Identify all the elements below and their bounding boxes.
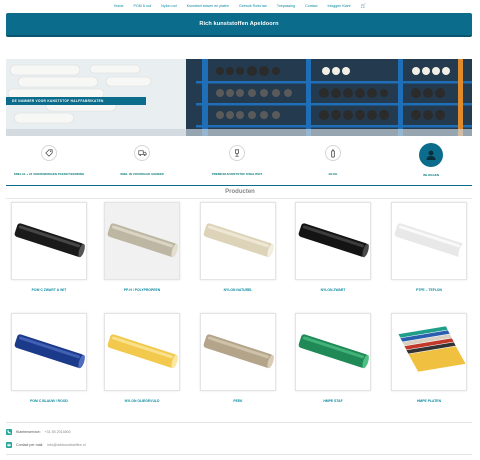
- product-card[interactable]: PP-H / POLYPROPEEN: [94, 202, 190, 292]
- product-card[interactable]: HMPE STAF: [285, 313, 381, 403]
- footer-divider-bottom: [6, 454, 472, 455]
- feature-login[interactable]: INLOGGEN: [383, 140, 479, 177]
- rod-image: [203, 223, 274, 258]
- bottle-icon: [325, 145, 341, 161]
- product-image[interactable]: [391, 313, 467, 391]
- product-name[interactable]: NYLON OLIEGEVULD: [125, 399, 160, 403]
- rod-image: [14, 223, 85, 258]
- mail-value[interactable]: info@richkunststoffen.nl: [47, 443, 85, 447]
- product-name[interactable]: POM C BLAUW / ROOD: [30, 399, 68, 403]
- rod-image: [394, 223, 465, 258]
- product-name[interactable]: HMPE PLATEN: [417, 399, 441, 403]
- truck-icon: [134, 145, 150, 161]
- rod-image: [298, 334, 369, 369]
- product-card[interactable]: POM C ZWART & WIT: [1, 202, 97, 292]
- footer-divider: [6, 422, 472, 423]
- products-title: Producten: [225, 189, 255, 195]
- product-image[interactable]: [295, 313, 371, 391]
- nav-item-nylon-rod[interactable]: Nylon rod: [161, 4, 176, 8]
- page-title: Rich kunststoffen Apeldoorn: [199, 21, 279, 27]
- plates-image: [397, 325, 466, 373]
- nav-item-contact[interactable]: Contact: [305, 4, 317, 8]
- product-image[interactable]: [391, 202, 467, 280]
- contact-phone[interactable]: Klantenservice: +31 55 2014800: [6, 429, 71, 435]
- trophy-icon: [229, 145, 245, 161]
- mail-icon: [6, 442, 12, 448]
- feature-row: SNELLE + 24 VERZENDINGEN PAKKET/ZENDING …: [6, 140, 472, 186]
- feature-divider: [6, 185, 472, 186]
- feature-label: PREMIUM-KUNSTSTOF KWALITEIT: [211, 172, 263, 176]
- product-card[interactable]: HMPE PLATEN: [381, 313, 477, 403]
- nav-item-toepassing[interactable]: Toepassing: [277, 4, 295, 8]
- rod-image: [107, 334, 178, 369]
- product-card[interactable]: NYLON ZWART: [285, 202, 381, 292]
- product-name[interactable]: NYLON ZWART: [321, 288, 346, 292]
- nav-item-gebruik[interactable]: Gebruik Rods'ran: [239, 4, 267, 8]
- feature-quality[interactable]: PREMIUM-KUNSTSTOF KWALITEIT: [189, 140, 285, 176]
- product-card[interactable]: PEEK: [190, 313, 286, 403]
- phone-label: Klantenservice:: [16, 430, 41, 434]
- product-image[interactable]: [200, 313, 276, 391]
- product-name[interactable]: PTFE – TEFLON: [416, 288, 442, 292]
- feature-stock[interactable]: SNEL IN VOORRAAD GEREED: [94, 140, 190, 176]
- rod-image: [107, 223, 178, 258]
- product-image[interactable]: [200, 202, 276, 280]
- hero-banner: DE NUMMER VOOR KUNSTSTOF HALFFABRIKATEN: [6, 97, 146, 105]
- product-image[interactable]: [11, 313, 87, 391]
- product-card[interactable]: NYLON OLIEGEVULD: [94, 313, 190, 403]
- phone-icon: [6, 429, 12, 435]
- tag-icon: [41, 145, 57, 161]
- phone-value[interactable]: +31 55 2014800: [45, 430, 71, 434]
- product-name[interactable]: NYLON NATUREL: [224, 288, 253, 292]
- mail-label: Contact per mail:: [16, 443, 44, 447]
- product-card[interactable]: NYLON NATUREL: [190, 202, 286, 292]
- product-card[interactable]: POM C BLAUW / ROOD: [1, 313, 97, 403]
- rod-image: [298, 223, 369, 258]
- page-title-bar: Rich kunststoffen Apeldoorn: [6, 13, 472, 37]
- nav-item-pom-rod[interactable]: POM & rod: [134, 4, 152, 8]
- products-title-divider: [6, 198, 472, 199]
- product-image[interactable]: [104, 202, 180, 280]
- feature-shipping[interactable]: SNELLE + 24 VERZENDINGEN PAKKET/ZENDING: [1, 140, 97, 176]
- product-name[interactable]: HMPE STAF: [323, 399, 342, 403]
- product-image[interactable]: [11, 202, 87, 280]
- nav-item-inloggen[interactable]: Inloggen Klant: [327, 4, 350, 8]
- user-icon: [419, 143, 443, 167]
- product-image[interactable]: [295, 202, 371, 280]
- product-name[interactable]: POM C ZWART & WIT: [32, 288, 67, 292]
- nav-item-staven-platen[interactable]: Kunststof staven en platen: [187, 4, 229, 8]
- product-name[interactable]: PEEK: [233, 399, 242, 403]
- product-card[interactable]: PTFE – TEFLON: [381, 202, 477, 292]
- rod-image: [203, 334, 274, 369]
- cart-icon[interactable]: 🛒: [360, 3, 366, 9]
- rod-image: [14, 334, 85, 369]
- feature-label: SNEL IN VOORRAAD GEREED: [120, 172, 164, 176]
- product-image[interactable]: [104, 313, 180, 391]
- feature-label: SNELLE + 24 VERZENDINGEN PAKKET/ZENDING: [13, 172, 85, 176]
- product-name[interactable]: PP-H / POLYPROPEEN: [124, 288, 160, 292]
- feature-label: INLOGGEN: [422, 173, 439, 177]
- top-navigation: Home POM & rod Nylon rod Kunststof stave…: [0, 0, 480, 12]
- feature-label: BLOG: [328, 172, 338, 176]
- nav-item-home[interactable]: Home: [114, 4, 124, 8]
- hero-banner-text: DE NUMMER VOOR KUNSTSTOF HALFFABRIKATEN: [12, 99, 104, 103]
- feature-blog[interactable]: BLOG: [285, 140, 381, 176]
- contact-mail[interactable]: Contact per mail: info@richkunststoffen.…: [6, 442, 86, 448]
